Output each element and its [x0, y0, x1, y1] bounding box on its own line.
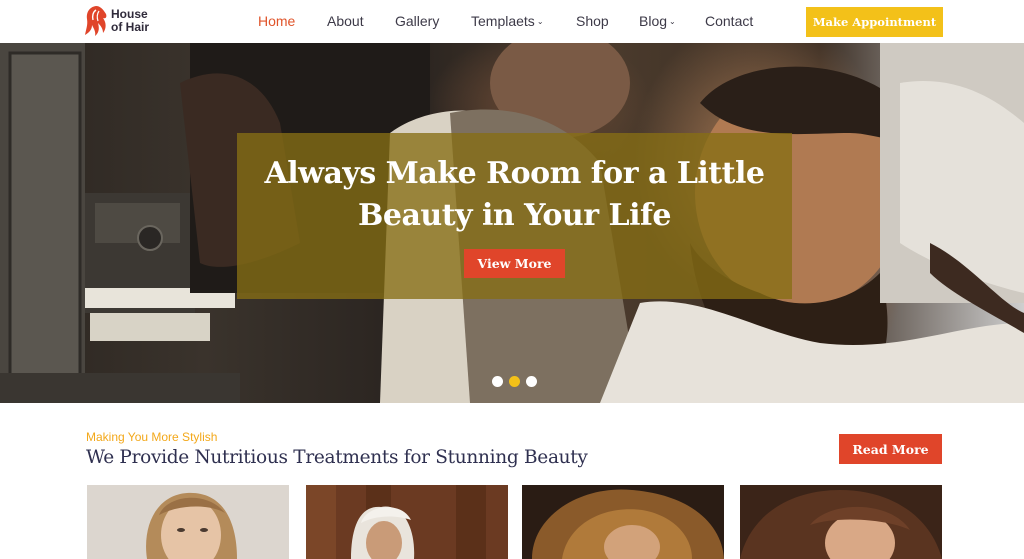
- nav-shop[interactable]: Shop: [576, 13, 609, 29]
- slider-dot-2[interactable]: [509, 376, 520, 387]
- section-kicker: Making You More Stylish: [86, 430, 218, 444]
- nav-contact-label: Contact: [705, 13, 754, 29]
- nav-templates-label: Templaets: [471, 13, 535, 29]
- portrait-towel-woman-image: [306, 485, 508, 559]
- nav-about[interactable]: About: [327, 13, 364, 29]
- nav-about-label: About: [327, 13, 364, 29]
- site-header: House of Hair Home About Gallery Templae…: [0, 0, 1024, 43]
- nav-gallery[interactable]: Gallery: [395, 13, 439, 29]
- nav-home[interactable]: Home: [258, 13, 295, 29]
- site-logo[interactable]: House of Hair: [84, 5, 149, 37]
- nav-shop-label: Shop: [576, 13, 609, 29]
- nav-home-label: Home: [258, 13, 296, 29]
- make-appointment-button[interactable]: Make Appointment: [806, 7, 943, 37]
- portrait-blonde-woman-image: [87, 485, 289, 559]
- nav-blog[interactable]: Blog ⌄: [639, 13, 676, 29]
- service-card-2[interactable]: [306, 485, 508, 559]
- view-more-button[interactable]: View More: [464, 249, 565, 278]
- service-card-3[interactable]: [522, 485, 724, 559]
- slider-dots: [492, 376, 537, 387]
- portrait-curly-hair-image: [522, 485, 724, 559]
- nav-templates[interactable]: Templaets ⌄: [471, 13, 544, 29]
- nav-contact[interactable]: Contact: [705, 13, 753, 29]
- hero-title: Always Make Room for a Little Beauty in …: [237, 153, 792, 237]
- slider-dot-3[interactable]: [526, 376, 537, 387]
- chevron-down-icon: ⌄: [669, 17, 676, 26]
- nav-gallery-label: Gallery: [395, 13, 440, 29]
- slider-dot-1[interactable]: [492, 376, 503, 387]
- hero-title-line-1: Always Make Room for a Little: [264, 156, 765, 191]
- logo-text: House of Hair: [111, 8, 149, 34]
- hero-title-line-2: Beauty in Your Life: [358, 198, 671, 233]
- service-card-4[interactable]: [740, 485, 942, 559]
- nav-blog-label: Blog: [639, 13, 668, 29]
- portrait-brunette-woman-image: [740, 485, 942, 559]
- hair-logo-icon: [85, 6, 107, 36]
- logo-line-2: of Hair: [111, 20, 150, 34]
- read-more-button[interactable]: Read More: [839, 434, 942, 464]
- hero-caption-box: Always Make Room for a Little Beauty in …: [237, 133, 792, 299]
- chevron-down-icon: ⌄: [536, 17, 544, 26]
- section-title: We Provide Nutritious Treatments for Stu…: [86, 447, 588, 468]
- hero-slider: Always Make Room for a Little Beauty in …: [0, 43, 1024, 403]
- service-card-1[interactable]: [87, 485, 289, 559]
